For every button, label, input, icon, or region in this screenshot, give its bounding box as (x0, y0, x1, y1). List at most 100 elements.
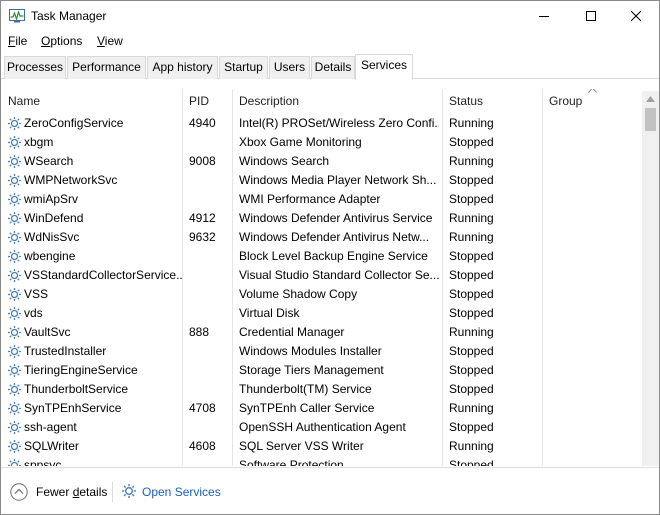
menu-file[interactable]: File (8, 34, 27, 48)
cell-description: WMI Performance Adapter (239, 192, 381, 206)
cell-pid (189, 304, 231, 323)
table-row[interactable]: WMPNetworkSvc Windows Media Player Networ… (2, 171, 642, 190)
menu-view[interactable]: View (97, 34, 123, 48)
cell-name: ThunderboltService (24, 382, 129, 396)
table-row[interactable]: VSS Volume Shadow Copy Stopped (2, 285, 642, 304)
table-row[interactable]: WSearch 9008 Windows Search Running (2, 152, 642, 171)
column-header-pid[interactable]: PID (183, 89, 232, 113)
cell-name: WMPNetworkSvc (24, 173, 118, 187)
cell-name: sppsvc (24, 458, 62, 466)
tab-details[interactable]: Details (311, 56, 355, 79)
table-row[interactable]: TieringEngineService Storage Tiers Manage… (2, 361, 642, 380)
cell-description: Thunderbolt(TM) Service (239, 382, 372, 396)
service-gear-icon (7, 287, 22, 302)
scrollbar-thumb[interactable] (645, 108, 656, 131)
cell-status: Running (449, 325, 494, 339)
cell-status: Stopped (449, 382, 494, 396)
cell-pid (189, 133, 231, 152)
cell-pid: 4912 (189, 211, 216, 225)
table-row[interactable]: sppsvc Software Protection Stopped (2, 456, 642, 466)
cell-status: Running (449, 116, 494, 130)
minimize-button[interactable] (521, 1, 567, 31)
tab-startup[interactable]: Startup (219, 56, 268, 79)
tab-users[interactable]: Users (269, 56, 310, 79)
table-row[interactable]: vds Virtual Disk Stopped (2, 304, 642, 323)
cell-status: Stopped (449, 249, 494, 263)
tab-services[interactable]: Services (355, 54, 413, 80)
cell-name: TrustedInstaller (24, 344, 107, 358)
cell-pid (189, 342, 231, 361)
service-gear-icon (7, 325, 22, 340)
table-row[interactable]: wmiApSrv WMI Performance Adapter Stopped (2, 190, 642, 209)
cell-status: Stopped (449, 173, 494, 187)
cell-description: Visual Studio Standard Collector Se... (239, 268, 439, 282)
tab-processes[interactable]: Processes (4, 56, 66, 79)
cell-status: Stopped (449, 420, 494, 434)
service-gear-icon (7, 439, 22, 454)
close-button[interactable] (613, 1, 659, 31)
services-table: Name PID Description Status Group ZeroCo… (2, 89, 659, 466)
footer-divider (112, 482, 113, 502)
service-gear-icon (7, 344, 22, 359)
cell-name: WinDefend (24, 211, 84, 225)
cell-name: SQLWriter (24, 439, 79, 453)
table-row[interactable]: SynTPEnhService 4708 SynTPEnh Caller Servi… (2, 399, 642, 418)
table-row[interactable]: SQLWriter 4608 SQL Server VSS Writer Runnin… (2, 437, 642, 456)
table-row[interactable]: VaultSvc 888 Credential Manager Running (2, 323, 642, 342)
column-header-status[interactable]: Status (443, 89, 542, 113)
cell-pid: 888 (189, 325, 210, 339)
cell-status: Running (449, 439, 494, 453)
cell-pid (189, 361, 231, 380)
open-services-link[interactable]: Open Services (142, 485, 221, 499)
cell-pid (189, 285, 231, 304)
column-header-description[interactable]: Description (233, 89, 442, 113)
cell-name: TieringEngineService (24, 363, 138, 377)
menu-options[interactable]: Options (41, 34, 82, 48)
table-row[interactable]: ZeroConfigService 4940 Intel(R) PROSet/Wir… (2, 114, 642, 133)
table-row[interactable]: xbgm Xbox Game Monitoring Stopped (2, 133, 642, 152)
table-row[interactable]: VSStandardCollectorService... Visual Stud… (2, 266, 642, 285)
cell-status: Stopped (449, 306, 494, 320)
service-gear-icon (7, 135, 22, 150)
vertical-scrollbar[interactable] (642, 91, 659, 466)
cell-pid: 4940 (189, 116, 216, 130)
fewer-details-button[interactable]: Fewer details (36, 485, 107, 499)
service-gear-icon (7, 401, 22, 416)
tab-app-history[interactable]: App history (147, 56, 218, 79)
tab-strip: Processes Performance App history Startu… (1, 54, 659, 80)
cell-name: SynTPEnhService (24, 401, 122, 415)
cell-description: Windows Search (239, 154, 330, 168)
table-row[interactable]: wbengine Block Level Backup Engine Servic… (2, 247, 642, 266)
table-row[interactable]: WinDefend 4912 Windows Defender Antivirus … (2, 209, 642, 228)
title-bar[interactable]: Task Manager (1, 1, 659, 31)
footer-bar: Fewer details Open Services (1, 467, 659, 514)
chevron-up-circle-icon[interactable] (10, 483, 28, 501)
cell-pid: 9008 (189, 154, 216, 168)
cell-description: Windows Media Player Network Sh... (239, 173, 437, 187)
cell-pid (189, 456, 231, 466)
service-gear-icon (7, 420, 22, 435)
cell-status: Running (449, 401, 494, 415)
minimize-icon (539, 16, 549, 17)
table-row[interactable]: TrustedInstaller Windows Modules Installe… (2, 342, 642, 361)
cell-description: Windows Defender Antivirus Netw... (239, 230, 430, 244)
column-header-name[interactable]: Name (2, 89, 182, 113)
service-gear-icon (7, 116, 22, 131)
scroll-up-icon[interactable] (646, 96, 655, 102)
cell-status: Stopped (449, 344, 494, 358)
cell-description: OpenSSH Authentication Agent (239, 420, 406, 434)
table-row[interactable]: ssh-agent OpenSSH Authentication Agent Sto… (2, 418, 642, 437)
task-manager-icon (9, 9, 25, 23)
cell-name: VSS (24, 287, 49, 301)
service-gear-icon (7, 173, 22, 188)
maximize-button[interactable] (568, 1, 614, 31)
table-row[interactable]: WdNisSvc 9632 Windows Defender Antivirus N… (2, 228, 642, 247)
cell-description: Xbox Game Monitoring (239, 135, 362, 149)
cell-description: Intel(R) PROSet/Wireless Zero Confi... (239, 116, 439, 130)
tab-performance[interactable]: Performance (67, 56, 146, 79)
cell-description: Volume Shadow Copy (239, 287, 358, 301)
sort-ascending-icon (588, 89, 597, 93)
table-row[interactable]: ThunderboltService Thunderbolt(TM) Servic… (2, 380, 642, 399)
cell-description: Block Level Backup Engine Service (239, 249, 428, 263)
cell-status: Stopped (449, 363, 494, 377)
